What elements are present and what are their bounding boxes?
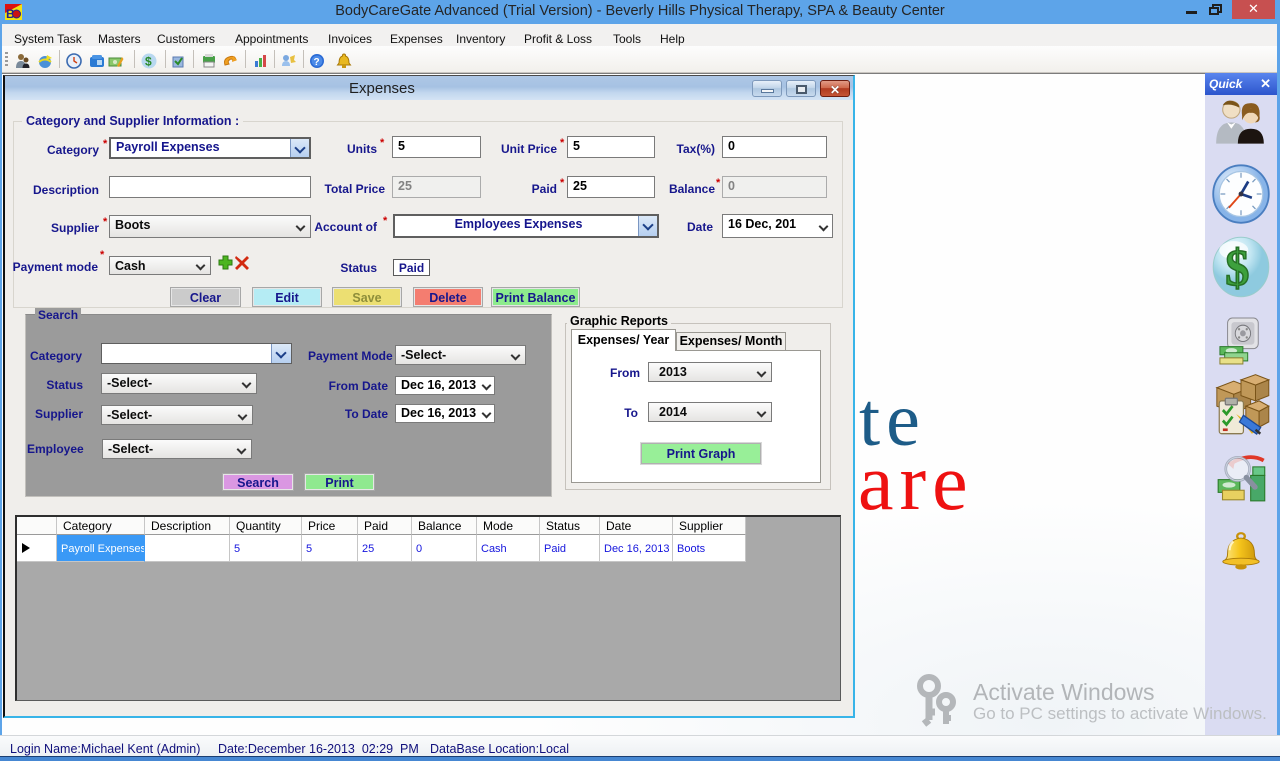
svg-text:$: $ [1225, 239, 1249, 297]
svg-text:$: $ [145, 55, 152, 69]
svg-text:?: ? [314, 57, 320, 68]
